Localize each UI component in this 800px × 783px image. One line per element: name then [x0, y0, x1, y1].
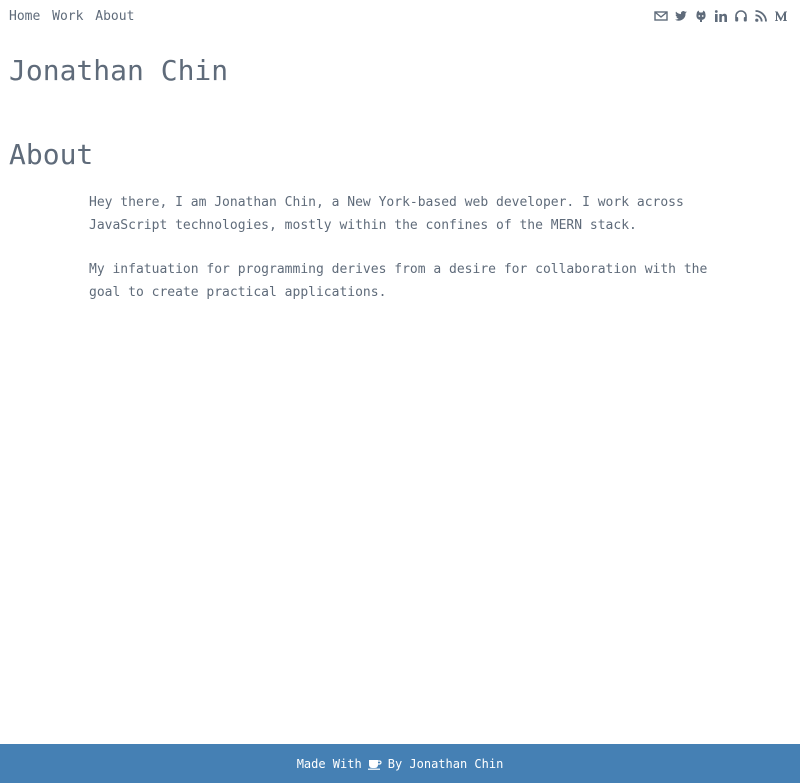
about-content: Hey there, I am Jonathan Chin, a New Yor… [89, 192, 709, 326]
page: Home Work About Jonathan Chin About Hey … [0, 0, 800, 783]
about-paragraph-1: Hey there, I am Jonathan Chin, a New Yor… [89, 195, 684, 233]
footer-author-text: By Jonathan Chin [387, 756, 504, 771]
github-icon[interactable] [694, 9, 708, 23]
about-paragraph-2: My infatuation for programming derives f… [89, 262, 708, 300]
linkedin-icon[interactable] [714, 9, 728, 23]
medium-icon[interactable] [774, 9, 788, 23]
twitter-icon[interactable] [674, 9, 688, 23]
rss-icon[interactable] [754, 9, 768, 23]
nav-home-link[interactable]: Home [9, 9, 40, 24]
site-title: Jonathan Chin [9, 54, 229, 87]
coffee-icon [367, 758, 382, 770]
nav-about-link[interactable]: About [95, 9, 134, 24]
top-nav: Home Work About [9, 9, 138, 25]
nav-work-link[interactable]: Work [52, 9, 83, 24]
footer-made-with-text: Made With [296, 756, 362, 771]
footer: Made With By Jonathan Chin [0, 744, 800, 783]
social-links [654, 9, 788, 23]
about-heading: About [9, 138, 94, 171]
headphones-icon[interactable] [734, 9, 748, 23]
email-icon[interactable] [654, 9, 668, 23]
